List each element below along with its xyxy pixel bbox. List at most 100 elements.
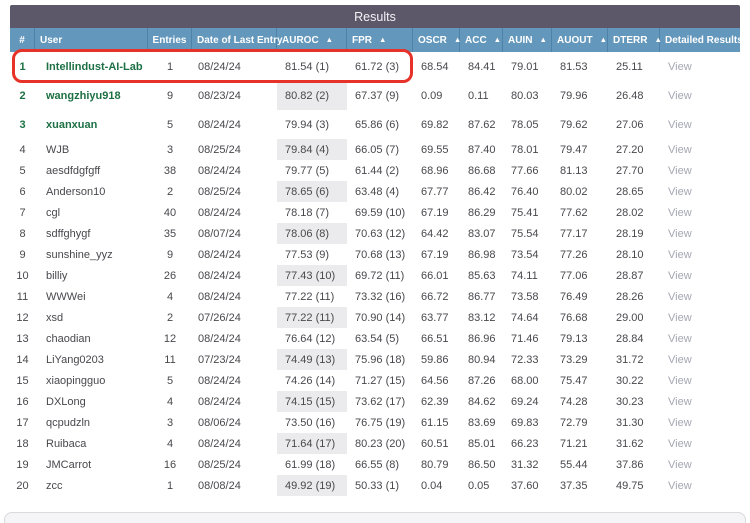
view-link[interactable]: View bbox=[668, 438, 692, 450]
view-link[interactable]: View bbox=[668, 228, 692, 240]
cell-oscr: 66.01 bbox=[413, 265, 460, 286]
cell-date: 08/24/24 bbox=[192, 244, 277, 265]
column-header-label: OSCR bbox=[418, 35, 447, 46]
cell-rank: 10 bbox=[10, 265, 35, 286]
cell-auout: 80.02 bbox=[552, 181, 608, 202]
column-header-acc[interactable]: ACC ▲ bbox=[460, 28, 503, 52]
cell-rank: 13 bbox=[10, 328, 35, 349]
cell-auin: 74.64 bbox=[503, 307, 552, 328]
cell-dterr: 27.06 bbox=[608, 110, 660, 139]
cell-fpr: 65.86 (6) bbox=[347, 110, 413, 139]
cell-auroc: 78.18 (7) bbox=[277, 202, 347, 223]
table-row: 14LiYang02031107/23/2474.49 (13)75.96 (1… bbox=[10, 349, 740, 370]
cell-detailed-results: View bbox=[660, 52, 740, 81]
cell-dterr: 27.20 bbox=[608, 139, 660, 160]
cell-detailed-results: View bbox=[660, 81, 740, 110]
cell-oscr: 59.86 bbox=[413, 349, 460, 370]
cell-fpr: 73.32 (16) bbox=[347, 286, 413, 307]
cell-rank: 1 bbox=[10, 52, 35, 81]
cell-auin: 37.60 bbox=[503, 475, 552, 496]
cell-entries: 1 bbox=[148, 475, 192, 496]
view-link[interactable]: View bbox=[668, 291, 692, 303]
cell-auroc: 79.77 (5) bbox=[277, 160, 347, 181]
sort-asc-icon[interactable]: ▲ bbox=[494, 35, 501, 44]
column-header-auout[interactable]: AUOUT ▲ bbox=[552, 28, 608, 52]
view-link[interactable]: View bbox=[668, 165, 692, 177]
column-header-label: AUOUT bbox=[557, 35, 593, 46]
cell-acc: 86.42 bbox=[460, 181, 503, 202]
view-link[interactable]: View bbox=[668, 333, 692, 345]
sort-asc-icon[interactable]: ▲ bbox=[539, 35, 546, 44]
cell-oscr: 66.51 bbox=[413, 328, 460, 349]
cell-auout: 75.47 bbox=[552, 370, 608, 391]
cell-auin: 77.66 bbox=[503, 160, 552, 181]
sort-asc-icon[interactable]: ▲ bbox=[379, 35, 386, 44]
view-link[interactable]: View bbox=[668, 119, 692, 131]
cell-oscr: 69.82 bbox=[413, 110, 460, 139]
view-link[interactable]: View bbox=[668, 417, 692, 429]
cell-rank: 18 bbox=[10, 433, 35, 454]
cell-rank: 6 bbox=[10, 181, 35, 202]
column-header-label: AUROC bbox=[282, 35, 319, 46]
column-header-fpr[interactable]: FPR▲ bbox=[347, 28, 413, 52]
view-link[interactable]: View bbox=[668, 207, 692, 219]
table-row: 16DXLong408/24/2474.15 (15)73.62 (17)62.… bbox=[10, 391, 740, 412]
view-link[interactable]: View bbox=[668, 61, 692, 73]
column-header-auroc[interactable]: AUROC ▲ bbox=[277, 28, 347, 52]
cell-acc: 86.98 bbox=[460, 244, 503, 265]
view-link[interactable]: View bbox=[668, 186, 692, 198]
cell-oscr: 62.39 bbox=[413, 391, 460, 412]
view-link[interactable]: View bbox=[668, 249, 692, 261]
cell-auroc: 74.15 (15) bbox=[277, 391, 347, 412]
cell-rank: 15 bbox=[10, 370, 35, 391]
column-header-label: User bbox=[40, 35, 62, 46]
cell-detailed-results: View bbox=[660, 349, 740, 370]
cell-auout: 55.44 bbox=[552, 454, 608, 475]
cell-auroc: 73.50 (16) bbox=[277, 412, 347, 433]
cell-rank: 8 bbox=[10, 223, 35, 244]
cell-auroc: 78.65 (6) bbox=[277, 181, 347, 202]
column-header-dterr[interactable]: DTERR▲ bbox=[608, 28, 660, 52]
view-link[interactable]: View bbox=[668, 312, 692, 324]
cell-user: WJB bbox=[35, 139, 148, 160]
cell-user: xuanxuan bbox=[35, 110, 148, 139]
cell-date: 08/25/24 bbox=[192, 139, 277, 160]
view-link[interactable]: View bbox=[668, 90, 692, 102]
view-link[interactable]: View bbox=[668, 270, 692, 282]
cell-date: 08/24/24 bbox=[192, 370, 277, 391]
cell-entries: 26 bbox=[148, 265, 192, 286]
sort-asc-icon[interactable]: ▲ bbox=[326, 35, 333, 44]
cell-date: 08/24/24 bbox=[192, 52, 277, 81]
view-link[interactable]: View bbox=[668, 144, 692, 156]
cell-oscr: 64.42 bbox=[413, 223, 460, 244]
view-link[interactable]: View bbox=[668, 480, 692, 492]
column-header-oscr[interactable]: OSCR ▲ bbox=[413, 28, 460, 52]
cell-auin: 78.01 bbox=[503, 139, 552, 160]
cell-detailed-results: View bbox=[660, 370, 740, 391]
cell-fpr: 76.75 (19) bbox=[347, 412, 413, 433]
view-link[interactable]: View bbox=[668, 459, 692, 471]
sort-asc-icon[interactable]: ▲ bbox=[600, 35, 607, 44]
cell-entries: 2 bbox=[148, 307, 192, 328]
view-link[interactable]: View bbox=[668, 354, 692, 366]
column-header-entries: Entries bbox=[148, 28, 192, 52]
view-link[interactable]: View bbox=[668, 375, 692, 387]
cell-date: 08/24/24 bbox=[192, 433, 277, 454]
cell-rank: 2 bbox=[10, 81, 35, 110]
cell-rank: 17 bbox=[10, 412, 35, 433]
sort-asc-icon[interactable]: ▲ bbox=[454, 35, 461, 44]
cell-entries: 1 bbox=[148, 52, 192, 81]
view-link[interactable]: View bbox=[668, 396, 692, 408]
cell-auin: 68.00 bbox=[503, 370, 552, 391]
cell-user: WWWei bbox=[35, 286, 148, 307]
sort-asc-icon[interactable]: ▲ bbox=[654, 35, 661, 44]
cell-dterr: 30.22 bbox=[608, 370, 660, 391]
cell-dterr: 28.02 bbox=[608, 202, 660, 223]
cell-date: 07/23/24 bbox=[192, 349, 277, 370]
table-row: 5aesdfdgfgff3808/24/2479.77 (5)61.44 (2)… bbox=[10, 160, 740, 181]
cell-detailed-results: View bbox=[660, 223, 740, 244]
cell-oscr: 69.55 bbox=[413, 139, 460, 160]
column-header-auin[interactable]: AUIN▲ bbox=[503, 28, 552, 52]
column-header-label: ACC bbox=[465, 35, 487, 46]
cell-auout: 79.96 bbox=[552, 81, 608, 110]
